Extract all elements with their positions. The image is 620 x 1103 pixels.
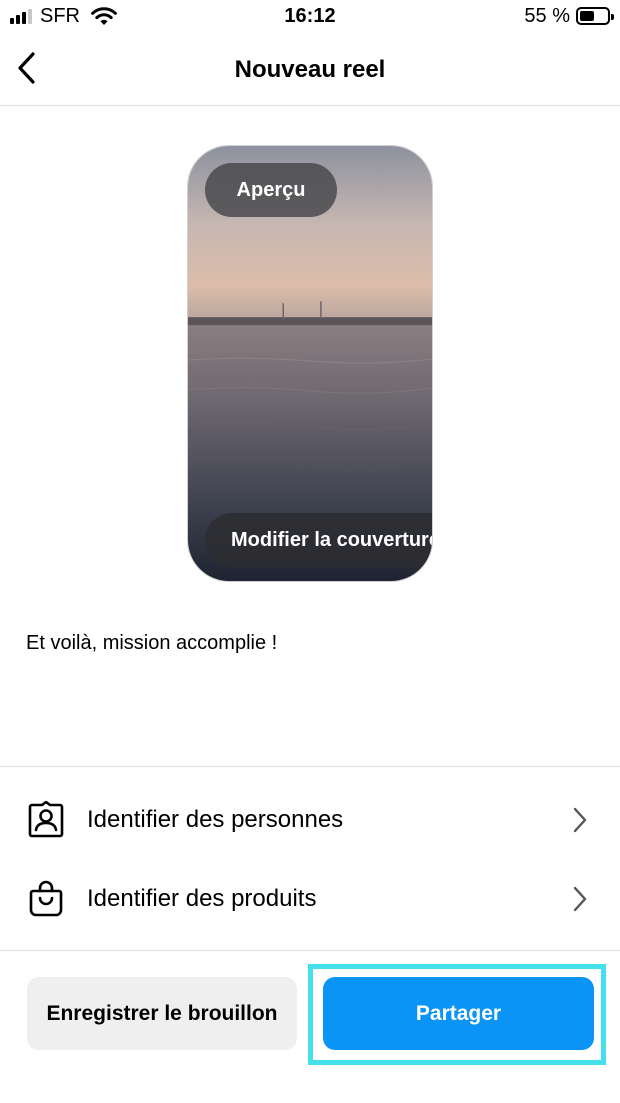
divider xyxy=(0,950,620,951)
edit-cover-button[interactable]: Modifier la couverture xyxy=(205,513,432,567)
battery-icon xyxy=(576,7,614,25)
reel-preview[interactable]: Aperçu Modifier la couverture xyxy=(187,145,433,582)
share-button[interactable]: Partager xyxy=(323,977,594,1050)
battery-percentage: 55 % xyxy=(524,5,570,27)
battery-level xyxy=(580,11,594,21)
page-title: Nouveau reel xyxy=(234,56,386,83)
tag-people-row[interactable]: Identifier des personnes xyxy=(0,784,620,856)
shopping-bag-icon xyxy=(26,879,66,919)
tag-products-row[interactable]: Identifier des produits xyxy=(0,863,620,935)
chevron-right-icon xyxy=(570,805,590,835)
tag-products-label: Identifier des produits xyxy=(87,885,317,912)
battery-cap xyxy=(611,14,614,20)
caption-text[interactable]: Et voilà, mission accomplie ! xyxy=(26,630,277,656)
save-draft-button[interactable]: Enregistrer le brouillon xyxy=(27,977,297,1050)
preview-button[interactable]: Aperçu xyxy=(205,163,337,217)
chevron-right-icon xyxy=(570,884,590,914)
divider xyxy=(0,766,620,767)
status-right: 55 % xyxy=(524,4,614,28)
tag-people-icon xyxy=(26,800,66,840)
tag-people-label: Identifier des personnes xyxy=(87,806,344,833)
header: Nouveau reel xyxy=(0,34,620,106)
status-bar: SFR 16:12 55 % xyxy=(0,0,620,34)
